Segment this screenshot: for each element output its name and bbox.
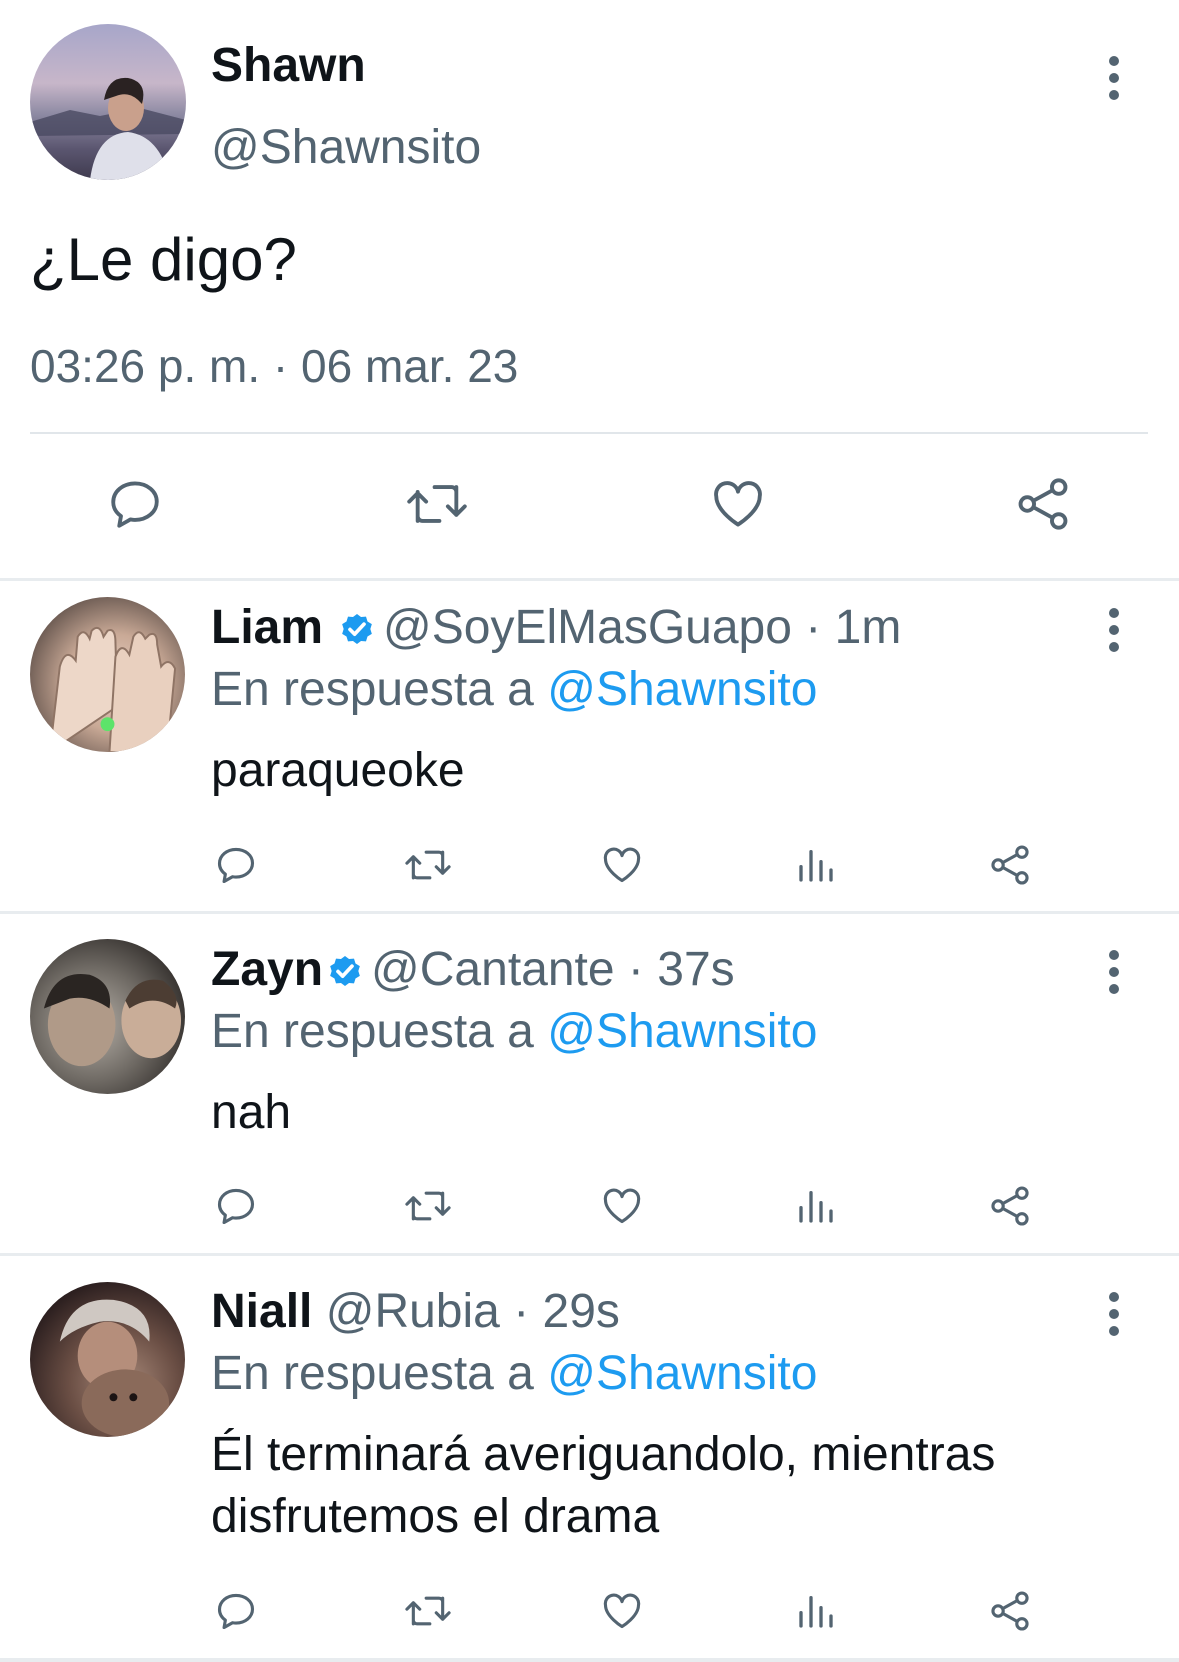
- share-icon[interactable]: [988, 1184, 1032, 1228]
- tweet-timestamp[interactable]: 03:26 p. m. · 06 mar. 23: [30, 336, 518, 396]
- views-icon[interactable]: [796, 845, 836, 885]
- reply-text: paraqueoke: [211, 744, 465, 797]
- more-options-icon[interactable]: [1108, 608, 1120, 652]
- divider: [0, 1658, 1179, 1662]
- avatar[interactable]: [30, 597, 185, 752]
- reply-prefix: En respuesta a: [211, 663, 548, 716]
- more-options-icon[interactable]: [1108, 950, 1120, 994]
- avatar[interactable]: [30, 24, 186, 180]
- more-options-icon[interactable]: [1108, 1292, 1120, 1336]
- reply-prefix: En respuesta a: [211, 1347, 548, 1400]
- author-handle[interactable]: @Cantante: [371, 943, 615, 996]
- divider: [0, 1253, 1179, 1256]
- reply-time[interactable]: · 1m: [805, 601, 901, 654]
- like-icon[interactable]: [599, 1589, 645, 1633]
- reply-prefix: En respuesta a: [211, 1005, 548, 1058]
- divider: [30, 432, 1148, 434]
- reply-to-link[interactable]: @Shawnsito: [547, 1005, 817, 1058]
- reply-icon[interactable]: [106, 475, 164, 533]
- verified-badge-icon: [337, 604, 377, 644]
- reply-text: nah: [211, 1086, 292, 1139]
- reply-to-link[interactable]: @Shawnsito: [547, 1347, 817, 1400]
- reply-context: En respuesta a @Shawnsito: [211, 660, 817, 720]
- tweet-text: ¿Le digo?: [30, 226, 297, 293]
- author-handle[interactable]: @Shawnsito: [211, 118, 481, 178]
- reply-time[interactable]: · 29s: [513, 1285, 620, 1338]
- retweet-icon[interactable]: [402, 1589, 454, 1633]
- retweet-icon[interactable]: [402, 843, 454, 887]
- author-name[interactable]: Niall: [211, 1285, 312, 1338]
- author-handle[interactable]: @SoyElMasGuapo: [383, 601, 792, 654]
- reply-text: Él terminará averiguandolo, mientras dis…: [211, 1428, 996, 1543]
- divider: [0, 578, 1179, 581]
- author-name[interactable]: Liam: [211, 601, 323, 654]
- reply-context: En respuesta a @Shawnsito: [211, 1344, 817, 1404]
- share-icon[interactable]: [988, 843, 1032, 887]
- reply-time[interactable]: · 37s: [628, 943, 735, 996]
- views-icon[interactable]: [796, 1591, 836, 1631]
- avatar[interactable]: [30, 939, 185, 1094]
- avatar[interactable]: [30, 1282, 185, 1437]
- author-handle[interactable]: @Rubia: [326, 1285, 500, 1338]
- main-tweet: Shawn @Shawnsito ¿Le digo? 03:26 p. m. ·…: [0, 0, 1179, 578]
- retweet-icon[interactable]: [404, 475, 470, 533]
- verified-badge-icon: [325, 946, 365, 986]
- share-icon[interactable]: [988, 1589, 1032, 1633]
- retweet-icon[interactable]: [402, 1184, 454, 1228]
- more-options-icon[interactable]: [1108, 56, 1120, 100]
- like-icon[interactable]: [599, 1184, 645, 1228]
- divider: [0, 911, 1179, 914]
- views-icon[interactable]: [796, 1186, 836, 1226]
- reply-icon[interactable]: [214, 1184, 258, 1228]
- like-icon[interactable]: [599, 843, 645, 887]
- reply-context: En respuesta a @Shawnsito: [211, 1002, 817, 1062]
- author-name[interactable]: Shawn: [211, 36, 366, 96]
- reply-icon[interactable]: [214, 1589, 258, 1633]
- share-icon[interactable]: [1014, 475, 1072, 533]
- reply-icon[interactable]: [214, 843, 258, 887]
- like-icon[interactable]: [708, 475, 768, 533]
- author-name[interactable]: Zayn: [211, 943, 323, 996]
- reply-to-link[interactable]: @Shawnsito: [547, 663, 817, 716]
